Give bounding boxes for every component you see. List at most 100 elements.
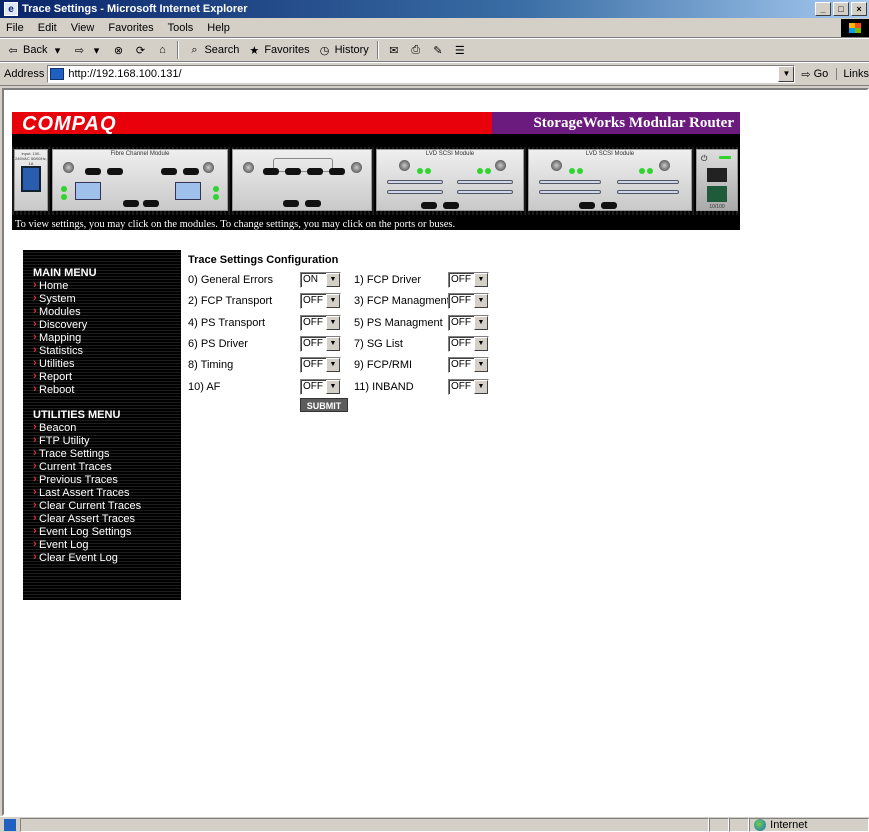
status-cell [709,817,730,832]
menu-file[interactable]: File [6,22,24,34]
discuss-icon[interactable]: ☰ [453,43,467,57]
menu-item-event-log-settings[interactable]: Event Log Settings [33,525,181,539]
status-cell [729,817,750,832]
ethernet-port-icon[interactable] [707,186,727,202]
gbic-port-icon[interactable] [175,182,201,200]
status-bar: Internet [0,816,869,832]
menu-item-statistics[interactable]: Statistics [33,344,181,358]
port-icon[interactable] [421,202,437,209]
refresh-icon[interactable]: ⟳ [133,43,147,57]
trace-select-fcp-driver[interactable]: OFF ▼ [448,272,489,288]
trace-select-fcp-managment[interactable]: OFF ▼ [448,293,489,309]
screw-icon [659,160,670,171]
menu-item-utilities[interactable]: Utilities [33,357,181,371]
home-icon[interactable]: ⌂ [155,43,169,57]
menu-item-current-traces[interactable]: Current Traces [33,460,181,474]
maximize-button[interactable]: □ [833,2,849,16]
close-button[interactable]: × [851,2,867,16]
power-module[interactable]: Input: 100-240VAC 50/60Hz, 1A [14,149,48,211]
menu-item-clear-assert-traces[interactable]: Clear Assert Traces [33,512,181,526]
menu-item-home[interactable]: Home [33,279,181,293]
port-icon[interactable] [107,168,123,175]
menu-item-event-log[interactable]: Event Log [33,538,181,552]
port-icon[interactable] [443,202,459,209]
port-icon[interactable] [161,168,177,175]
port-icon [283,200,299,207]
menu-item-clear-event-log[interactable]: Clear Event Log [33,551,181,565]
scsi-bus-1[interactable] [387,190,443,194]
trace-select-ps-driver[interactable]: OFF ▼ [300,336,341,352]
trace-select-general-errors[interactable]: ON ▼ [300,272,341,288]
menu-item-clear-current-traces[interactable]: Clear Current Traces [33,499,181,513]
ethernet-port-icon[interactable] [707,168,727,182]
ethernet-module[interactable]: ⏻ 10/100 [696,149,738,211]
port-icon[interactable] [579,202,595,209]
port-icon [329,168,345,175]
submit-button[interactable]: SUBMIT [300,398,348,412]
mail-icon[interactable]: ✉ [387,43,401,57]
port-icon[interactable] [601,202,617,209]
menu-item-ftp-utility[interactable]: FTP Utility [33,434,181,448]
menu-item-reboot[interactable]: Reboot [33,383,181,397]
trace-select-ps-transport[interactable]: OFF ▼ [300,315,341,331]
chevron-down-icon: ▼ [474,358,488,372]
stop-icon[interactable]: ⊗ [111,43,125,57]
address-input[interactable]: http://192.168.100.131/ ▼ [47,65,796,83]
field-label: 10) AF [188,381,221,393]
menu-favorites[interactable]: Favorites [108,22,153,34]
edit-icon[interactable]: ✎ [431,43,445,57]
empty-module-slot[interactable] [232,149,372,211]
menu-item-previous-traces[interactable]: Previous Traces [33,473,181,487]
links-button[interactable]: Links [836,68,869,80]
scsi-bus-1[interactable] [539,190,601,194]
chevron-down-icon: ▼ [326,380,340,394]
gbic-port-icon[interactable] [75,182,101,200]
menu-item-discovery[interactable]: Discovery [33,318,181,332]
menu-item-modules[interactable]: Modules [33,305,181,319]
scsi-bus-2[interactable] [617,180,679,184]
menu-tools[interactable]: Tools [168,22,194,34]
minimize-button[interactable]: _ [815,2,831,16]
menu-item-system[interactable]: System [33,292,181,306]
menu-help[interactable]: Help [207,22,230,34]
scsi-bus-0[interactable] [387,180,443,184]
back-button[interactable]: ⇦ Back ▾ [6,43,64,57]
history-button[interactable]: ◷ History [318,43,369,57]
port-icon[interactable] [183,168,199,175]
scsi-bus-3[interactable] [457,190,513,194]
port-icon[interactable] [85,168,101,175]
print-icon[interactable]: ⎙ [409,43,423,57]
go-button[interactable]: ⇨ Go [801,68,828,81]
forward-button[interactable]: ⇨ ▾ [72,43,103,57]
search-button[interactable]: ⌕ Search [187,43,239,57]
menu-edit[interactable]: Edit [38,22,57,34]
menu-view[interactable]: View [71,22,95,34]
scsi-bus-0[interactable] [539,180,601,184]
trace-select-timing[interactable]: OFF ▼ [300,357,341,373]
lvd-scsi-module-2[interactable]: LVD SCSI Module [528,149,692,211]
menu-item-report[interactable]: Report [33,370,181,384]
trace-select-fcp-rmi[interactable]: OFF ▼ [448,357,489,373]
menu-item-beacon[interactable]: Beacon [33,421,181,435]
address-bar: Address http://192.168.100.131/ ▼ ⇨ Go L… [0,62,869,86]
scsi-bus-3[interactable] [617,190,679,194]
menu-item-mapping[interactable]: Mapping [33,331,181,345]
back-arrow-icon: ⇦ [8,44,18,57]
port-icon[interactable] [143,200,159,207]
scsi-bus-2[interactable] [457,180,513,184]
trace-select-ps-managment[interactable]: OFF ▼ [448,315,489,331]
trace-select-sg-list[interactable]: OFF ▼ [448,336,489,352]
trace-select-inband[interactable]: OFF ▼ [448,379,489,395]
chevron-down-icon: ▼ [326,358,340,372]
port-icon[interactable] [123,200,139,207]
trace-select-fcp-transport[interactable]: OFF ▼ [300,293,341,309]
page-status-icon [4,818,16,831]
trace-select-af[interactable]: OFF ▼ [300,379,341,395]
fibre-channel-module[interactable]: Fibre Channel Module [52,149,228,211]
menu-item-trace-settings[interactable]: Trace Settings [33,447,181,461]
lvd-scsi-module-1[interactable]: LVD SCSI Module [376,149,524,211]
chevron-down-icon[interactable]: ▼ [778,66,795,82]
menu-item-last-assert-traces[interactable]: Last Assert Traces [33,486,181,500]
field-label: 7) SG List [354,338,403,350]
favorites-button[interactable]: ★ Favorites [247,43,309,57]
